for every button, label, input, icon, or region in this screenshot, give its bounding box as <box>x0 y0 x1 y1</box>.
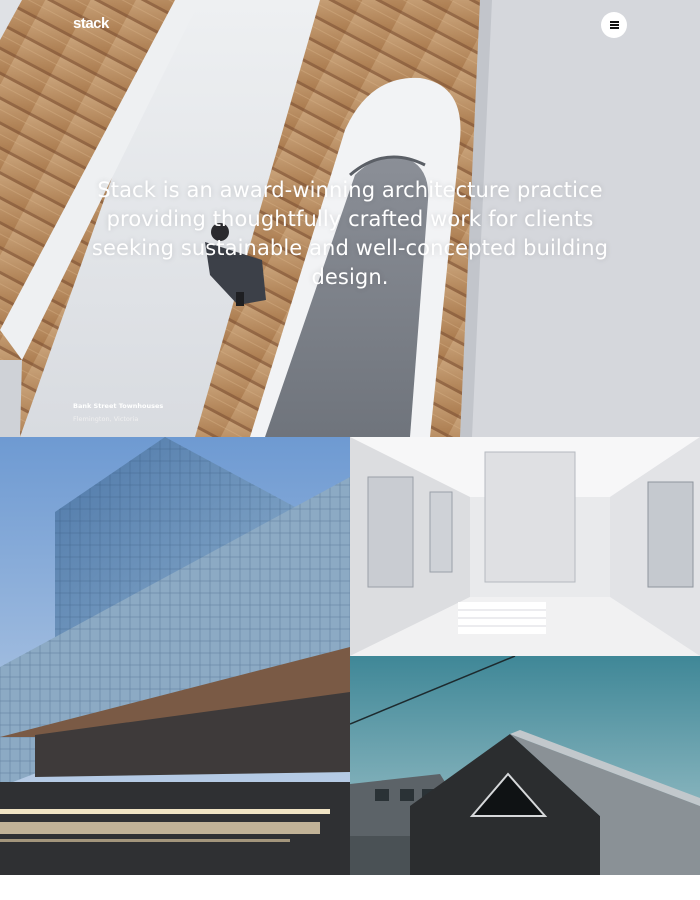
hero-section: stack Stack is an award-winning architec… <box>0 0 700 437</box>
brand-logo[interactable]: stack <box>73 15 109 32</box>
project-title-link[interactable]: Bank Street Townhouses <box>73 402 163 410</box>
timber-house-image <box>350 656 700 875</box>
white-interior-image <box>350 437 700 656</box>
hamburger-menu-icon <box>609 21 619 29</box>
project-tile-white-interior[interactable] <box>350 437 700 656</box>
hero-tagline: Stack is an award-winning architecture p… <box>91 178 609 289</box>
project-tile-timber-house[interactable] <box>350 656 700 875</box>
glass-building-image <box>0 437 350 875</box>
project-tile-glass-building[interactable] <box>0 437 350 875</box>
project-location: Flemington, Victoria <box>73 415 139 423</box>
menu-button[interactable] <box>601 12 627 38</box>
